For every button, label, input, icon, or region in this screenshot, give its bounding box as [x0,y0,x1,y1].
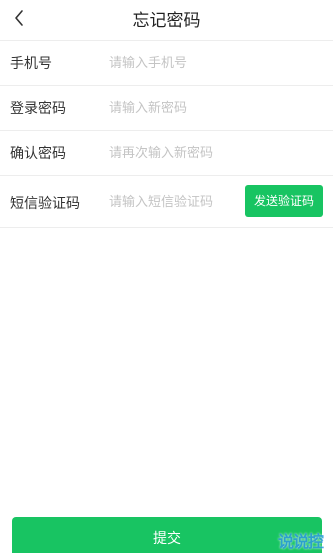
sms-code-input[interactable] [109,190,235,214]
phone-input[interactable] [109,51,289,75]
login-password-input[interactable] [109,96,289,120]
login-password-row: 登录密码 [0,86,333,131]
phone-label: 手机号 [10,56,52,72]
top-nav-bar: 忘记密码 [0,0,333,38]
send-sms-code-button[interactable]: 发送验证码 [245,185,323,217]
reset-password-form: 手机号 登录密码 确认密码 短信验证码 发送验证码 [0,40,333,228]
confirm-password-row: 确认密码 [0,131,333,176]
watermark-logo: 说说控 [278,532,324,551]
confirm-password-label: 确认密码 [10,146,66,162]
sms-code-label: 短信验证码 [10,196,80,212]
sms-code-row: 短信验证码 发送验证码 [0,176,333,228]
phone-row: 手机号 [0,41,333,86]
login-password-label: 登录密码 [10,101,66,117]
submit-button[interactable]: 提交 [12,517,322,553]
confirm-password-input[interactable] [109,141,289,165]
page-title: 忘记密码 [132,11,201,31]
